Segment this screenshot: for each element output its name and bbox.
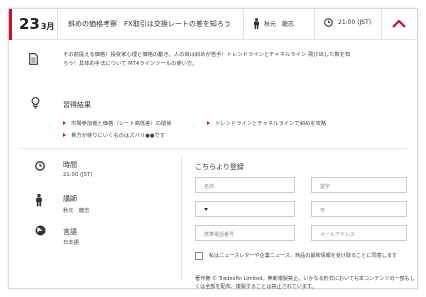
accent-bar [9, 9, 12, 40]
webinar-description: その前提える価格！投資家心理と価格の動き。人の目は斜めが苦手！トレンドラインとチ… [63, 51, 409, 69]
time-label: 時間 [63, 161, 77, 169]
email-field[interactable]: メールアドレス [311, 225, 407, 241]
header-time: 21:00 (JST) [324, 18, 371, 27]
header-time-value: 21:00 (JST) [338, 19, 372, 26]
date-day: 23 [19, 15, 40, 33]
country-select[interactable] [195, 201, 295, 217]
description-line: ろう！具体的手法について MT4ラインツールの使い方。 [63, 61, 198, 67]
speaker-value: 秋元 龍志 [63, 208, 90, 214]
divider [381, 9, 382, 40]
phone-field[interactable]: 携帯電話番号 [195, 225, 295, 241]
globe-icon [35, 225, 46, 236]
language-value: 日本語 [63, 240, 79, 246]
newsletter-consent-text: 私はニュースレターや企業ニュース、商品の最新情報を受け取ることに同意します [209, 253, 397, 259]
bullet-icon [207, 121, 210, 125]
last-name-field[interactable]: 苗字 [311, 177, 407, 193]
clock-icon [35, 161, 45, 171]
bullet-icon [63, 121, 66, 125]
lightbulb-icon [31, 97, 40, 109]
results-item: 市場参加者と価格（レート高低差）の関係 [63, 119, 172, 127]
bullet-icon [63, 133, 66, 137]
register-title: こちらより登録 [195, 163, 244, 171]
person-icon [254, 18, 259, 29]
webinar-header[interactable]: 23 3月 斜めの価格考察 FX取引は交換レートの差を知ろう 秋元 龍志 21:… [9, 9, 417, 40]
divider [57, 9, 58, 40]
results-item-text: 貴方が使りにいくものはズバリ●●です [71, 133, 165, 139]
copyright-text: 著作権 © Tradexfin Limited。無断複製禁止。いかなる形式におい… [195, 276, 415, 290]
city-field[interactable]: 市 [311, 201, 407, 217]
chevron-up-icon[interactable] [391, 18, 407, 30]
newsletter-checkbox[interactable] [195, 252, 203, 260]
person-icon [36, 193, 42, 207]
webinar-title: 斜めの価格考察 FX取引は交換レートの差を知ろう [68, 20, 231, 28]
results-item-text: トレンドラインとチャネルラインで斜めを攻略 [215, 121, 327, 127]
column-divider [181, 155, 182, 281]
results-item: 貴方が使りにいくものはズバリ●●です [63, 131, 165, 139]
results-title: 習得結果 [63, 101, 91, 109]
header-speaker-name: 秋元 龍志 [264, 21, 295, 28]
document-icon [29, 53, 38, 65]
chevron-down-icon [204, 208, 208, 211]
webinar-card: 23 3月 斜めの価格考察 FX取引は交換レートの差を知ろう 秋元 龍志 21:… [8, 8, 418, 290]
speaker-label: 講師 [63, 195, 77, 203]
section-divider [21, 148, 407, 149]
header-speaker: 秋元 龍志 [253, 18, 294, 29]
date-month: 3月 [40, 22, 55, 31]
clock-icon [324, 18, 333, 27]
time-value: 21:00 (JST) [63, 172, 93, 178]
first-name-field[interactable]: 名前 [195, 177, 295, 193]
divider [314, 9, 315, 40]
divider [243, 9, 244, 40]
language-label: 言語 [63, 228, 77, 236]
results-item-text: 市場参加者と価格（レート高低差）の関係 [71, 121, 172, 127]
description-line: その前提える価格！投資家心理と価格の動き。人の目は斜めが苦手！トレンドラインとチ… [63, 52, 351, 58]
webinar-date: 23 3月 [19, 15, 54, 33]
results-item: トレンドラインとチャネルラインで斜めを攻略 [207, 119, 326, 127]
